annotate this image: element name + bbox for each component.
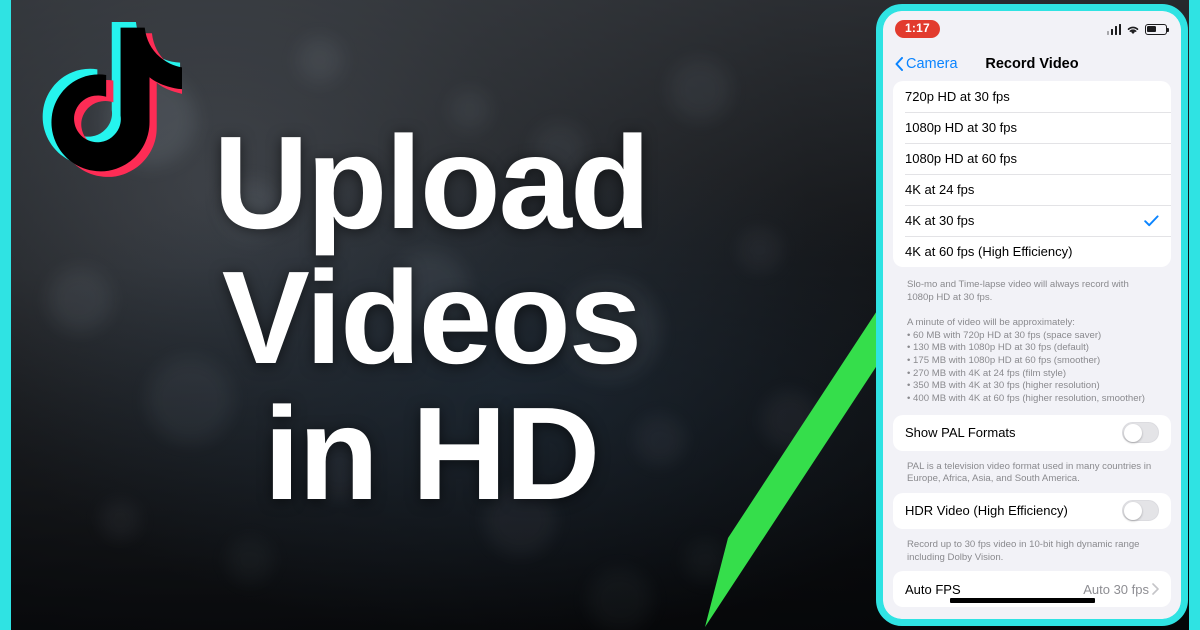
- settings-scroll-area[interactable]: 720p HD at 30 fps 1080p HD at 30 fps 1080p…: [883, 81, 1181, 619]
- row-video-format[interactable]: 1080p HD at 30 fps: [893, 112, 1171, 143]
- nav-bar: Camera Record Video: [883, 47, 1181, 81]
- pal-toggle[interactable]: [1122, 422, 1159, 444]
- hdr-footnote: Record up to 30 fps video in 10-bit high…: [907, 538, 1140, 563]
- video-format-group: 720p HD at 30 fps 1080p HD at 30 fps 1080p…: [893, 81, 1171, 267]
- pal-label: Show PAL Formats: [905, 425, 1016, 441]
- pal-footnote: PAL is a television video format used in…: [907, 460, 1152, 485]
- back-button-camera[interactable]: Camera: [895, 56, 958, 72]
- video-format-label: 4K at 60 fps (High Efficiency): [905, 244, 1073, 259]
- left-edge-band: [0, 0, 11, 630]
- arrow-tail-stroke: [950, 598, 1095, 603]
- row-video-format[interactable]: 4K at 24 fps: [893, 174, 1171, 205]
- pal-group: Show PAL Formats: [893, 414, 1171, 451]
- right-edge-band: [1189, 0, 1200, 630]
- autofps-value: Auto 30 fps: [1083, 581, 1149, 597]
- row-video-format[interactable]: 4K at 60 fps (High Efficiency): [893, 236, 1171, 267]
- toggle-knob: [1124, 424, 1142, 443]
- chevron-left-icon: [895, 57, 903, 71]
- hdr-label: HDR Video (High Efficiency): [905, 503, 1068, 519]
- recording-time-pill: 1:17: [895, 19, 940, 39]
- row-video-format[interactable]: 4K at 30 fps: [893, 205, 1171, 236]
- back-button-label: Camera: [906, 56, 958, 72]
- video-format-label: 1080p HD at 60 fps: [905, 151, 1018, 166]
- autofps-value-wrap: Auto 30 fps: [1083, 582, 1159, 597]
- video-format-label: 4K at 24 fps: [905, 182, 975, 197]
- video-format-label: 1080p HD at 30 fps: [905, 120, 1018, 135]
- row-show-pal-formats[interactable]: Show PAL Formats: [893, 415, 1171, 451]
- battery-icon: [1145, 23, 1170, 35]
- row-hdr-video[interactable]: HDR Video (High Efficiency): [893, 493, 1171, 529]
- battery-fill: [1147, 25, 1157, 33]
- chevron-right-icon: [1152, 583, 1159, 595]
- cellular-signal-icon: [1106, 23, 1121, 35]
- video-format-label: 720p HD at 30 fps: [905, 89, 1010, 104]
- toggle-knob: [1124, 502, 1142, 521]
- iphone-settings-panel: 1:17 Camera Record Video 720p HD at 30 f…: [876, 4, 1188, 626]
- row-video-format[interactable]: 720p HD at 30 fps: [893, 81, 1171, 112]
- video-format-label: 4K at 30 fps: [905, 213, 975, 228]
- wifi-icon: [1126, 24, 1140, 35]
- hdr-toggle[interactable]: [1122, 500, 1159, 522]
- format-footnote: Slo-mo and Time-lapse video will always …: [907, 279, 1145, 404]
- thumbnail-canvas: Upload Videos in HD 1:17 Camera Record V…: [0, 0, 1200, 630]
- tiktok-logo: [22, 18, 182, 178]
- autofps-label: Auto FPS: [905, 581, 961, 597]
- hdr-group: HDR Video (High Efficiency): [893, 492, 1171, 529]
- row-video-format[interactable]: 1080p HD at 60 fps: [893, 143, 1171, 174]
- checkmark-icon: [1144, 214, 1159, 227]
- status-bar: 1:17: [883, 11, 1181, 47]
- phone-screen: 1:17 Camera Record Video 720p HD at 30 f…: [883, 11, 1181, 619]
- status-icon-group: [1106, 23, 1170, 35]
- phone-frame-border: 1:17 Camera Record Video 720p HD at 30 f…: [876, 4, 1188, 626]
